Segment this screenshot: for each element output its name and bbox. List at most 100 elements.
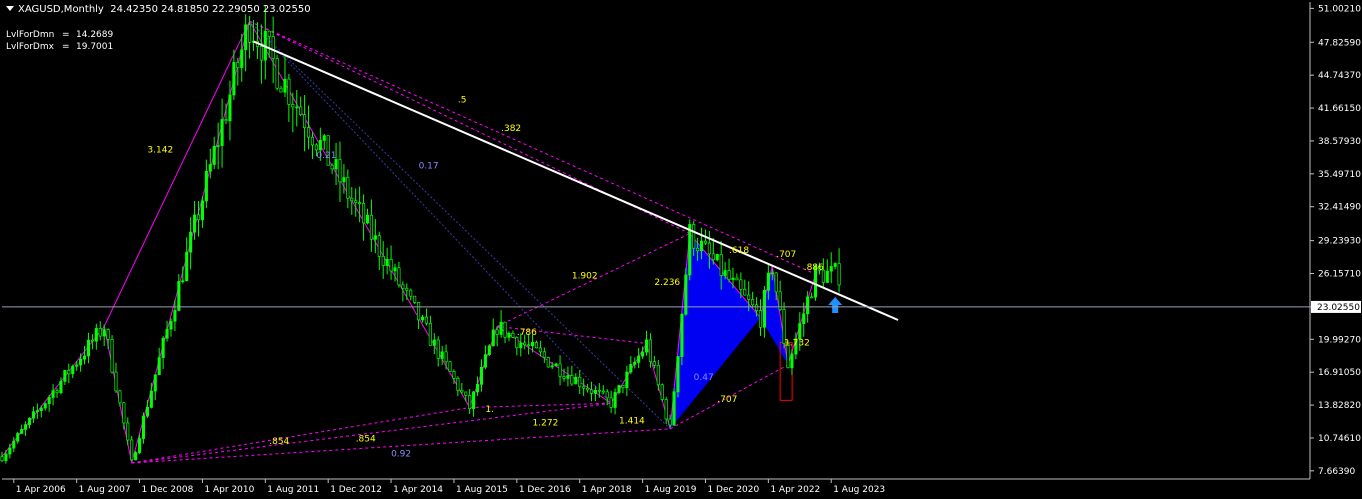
ratio-label: .854 [356, 435, 376, 445]
candle-body [566, 375, 570, 379]
candle-body [428, 322, 432, 346]
candle-body [491, 329, 495, 347]
time-tick-label: 1 Apr 2014 [393, 485, 443, 495]
ratio-label: .618 [729, 246, 749, 256]
ratio-label: .382 [501, 124, 521, 134]
candle-body [460, 389, 464, 393]
price-tick-label: 10.74610 [1318, 434, 1361, 444]
candle-body [369, 214, 373, 240]
candle-body [318, 140, 322, 151]
candle-body [735, 277, 739, 281]
candle-body [102, 329, 106, 337]
candle-body [684, 274, 688, 315]
chart-header[interactable]: XAGUSD,Monthly 24.42350 24.81850 22.2905… [6, 4, 311, 15]
candle-body [169, 320, 173, 330]
candle-body [381, 255, 385, 266]
candle-body [389, 258, 393, 272]
candle-body [641, 351, 645, 357]
candle-body [758, 310, 763, 328]
candle-body [138, 438, 142, 453]
dropdown-triangle-icon[interactable] [6, 6, 14, 11]
candle-body [692, 224, 696, 249]
ratio-label: 0.17 [419, 161, 439, 171]
candle-body [0, 456, 4, 461]
candle-body [483, 354, 487, 368]
candle-body [299, 106, 303, 116]
candle-body [240, 49, 244, 68]
candle-body [362, 203, 366, 224]
price-tick-label: 13.82820 [1318, 401, 1361, 411]
candle-body [63, 370, 67, 382]
ratio-label: 2.236 [654, 278, 680, 288]
candle-body [527, 344, 531, 347]
time-axis[interactable]: 1 Apr 2006 1 Aug 2007 1 Dec 2008 1 Apr 2010… [13, 479, 885, 495]
candle-body [110, 339, 114, 373]
candle-body [94, 328, 98, 342]
candle-body [448, 361, 452, 372]
candle-body [220, 119, 224, 146]
time-tick-label: 1 Aug 2007 [79, 485, 131, 495]
candle-body [291, 104, 295, 108]
candle-body [244, 24, 248, 51]
candle-body [656, 364, 660, 386]
candle-body [71, 365, 75, 375]
candle-body [420, 316, 425, 321]
candle-body [181, 280, 185, 283]
candle-body [31, 411, 35, 419]
candle-body [377, 235, 381, 257]
ratio-label: 3.142 [147, 145, 173, 155]
candle-body [503, 321, 507, 338]
candle-body [204, 170, 208, 202]
candle-body [515, 336, 519, 349]
indicator-row: LvlForDmn = 14.2689 [6, 30, 114, 40]
candle-body [8, 447, 12, 455]
indicator-label: LvlForDmx [6, 42, 54, 52]
candle-body [43, 403, 47, 409]
candle-body [145, 407, 149, 417]
candle-body [141, 415, 146, 439]
candle-body [338, 159, 342, 183]
ratio-label: .5 [458, 95, 467, 105]
time-tick-label: 1 Apr 2006 [16, 485, 66, 495]
ratio-label: 1.732 [784, 339, 810, 349]
candle-body [224, 119, 228, 122]
price-chart[interactable]: 3.142 0.21 0.17 .5 .382 .618 .707 .886 1.902 2.23… [0, 0, 1362, 499]
candle-body [495, 329, 499, 335]
candle-body [475, 383, 480, 393]
candle-body [424, 316, 428, 324]
candle-body [27, 417, 32, 425]
candle-body [401, 284, 405, 289]
candle-body [790, 353, 794, 369]
candle-body [90, 339, 94, 342]
price-tick-label: 38.57930 [1318, 137, 1361, 147]
candle-body [193, 214, 197, 233]
candle-body [464, 391, 468, 396]
candle-body [365, 214, 370, 224]
candle-body [385, 258, 389, 266]
candle-body [597, 389, 601, 392]
candle-body [114, 371, 118, 392]
candle-body [149, 390, 153, 408]
time-tick-label: 1 Aug 2011 [267, 485, 319, 495]
candle-body [432, 339, 436, 346]
candle-body [196, 214, 201, 221]
candle-body [637, 355, 641, 363]
ohlc-values: 24.42350 24.81850 22.29050 23.02550 [110, 4, 311, 15]
candle-body [228, 94, 232, 122]
time-tick-label: 1 Aug 2023 [833, 485, 885, 495]
candle-body [613, 392, 617, 408]
pattern-line [131, 402, 612, 464]
candle-body [259, 46, 263, 61]
candle-body [279, 87, 283, 93]
price-tick-label: 29.23930 [1318, 237, 1361, 247]
chart-frame [2, 2, 1311, 480]
candle-body [456, 377, 460, 391]
candle-body [546, 357, 550, 368]
candle-body [409, 289, 413, 297]
candle-body [153, 374, 157, 392]
candle-body [574, 376, 578, 385]
time-tick-label: 1 Apr 2010 [204, 485, 254, 495]
candle-body [165, 328, 169, 339]
indicator-row: LvlForDmx = 19.7001 [6, 42, 114, 52]
candle-body [629, 364, 633, 373]
